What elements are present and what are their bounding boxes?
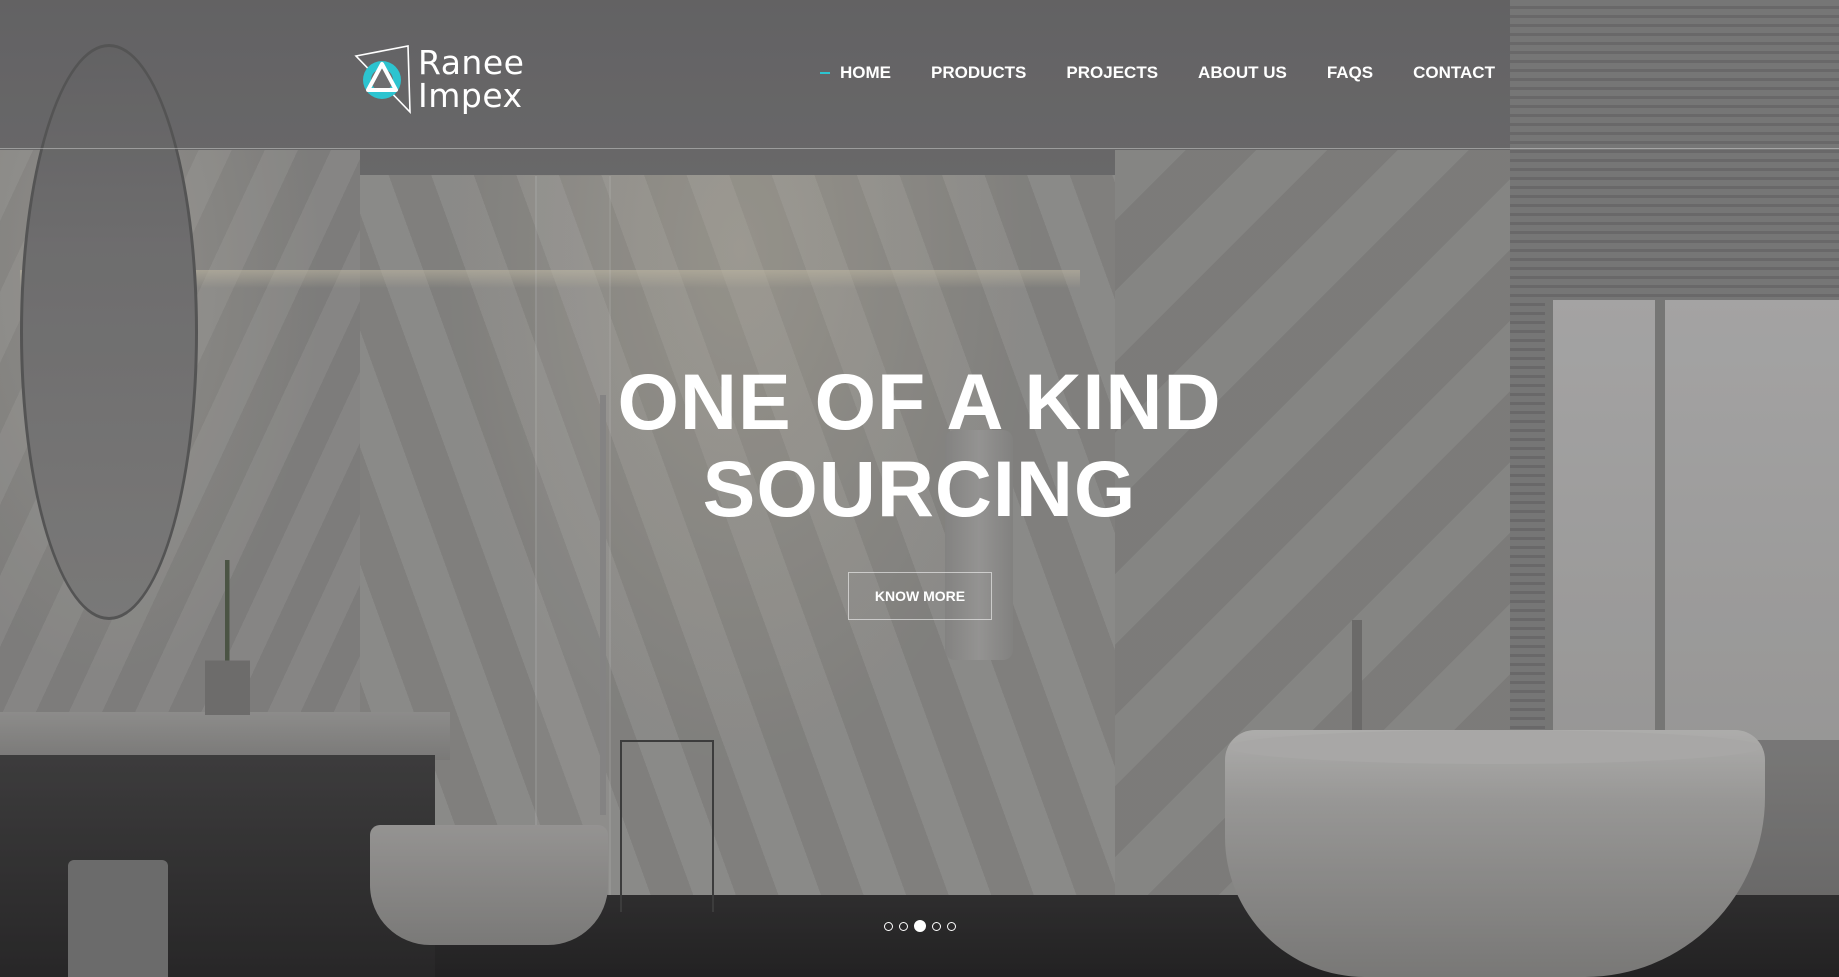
slider-dot-1[interactable] — [884, 921, 893, 931]
hero-title: ONE OF A KIND SOURCING — [0, 358, 1839, 532]
nav-item-home[interactable]: HOME — [820, 63, 891, 83]
nav-item-about-us[interactable]: ABOUT US — [1198, 63, 1287, 83]
main-nav: HOME PRODUCTS PROJECTS ABOUT US FAQS CON… — [820, 63, 1495, 83]
brand-name-line1: Ranee — [418, 43, 525, 82]
hero-title-line1: ONE OF A KIND — [617, 357, 1222, 446]
nav-item-projects[interactable]: PROJECTS — [1066, 63, 1158, 83]
know-more-button[interactable]: KNOW MORE — [848, 572, 992, 620]
slider-dot-2[interactable] — [899, 921, 908, 931]
nav-item-products[interactable]: PRODUCTS — [931, 63, 1026, 83]
slider-dot-5[interactable] — [947, 921, 956, 931]
nav-item-contact[interactable]: CONTACT — [1413, 63, 1495, 83]
nav-item-faqs[interactable]: FAQS — [1327, 63, 1373, 83]
slider-pagination — [884, 920, 962, 932]
slider-dot-3[interactable] — [914, 920, 926, 932]
brand-name: Ranee Impex — [418, 46, 524, 112]
hero-title-line2: SOURCING — [702, 444, 1137, 533]
brand-name-line2: Impex — [418, 76, 523, 115]
slider-dot-4[interactable] — [932, 921, 941, 931]
brand-logo[interactable]: Ranee Impex — [352, 44, 524, 114]
site-header: Ranee Impex HOME PRODUCTS PROJECTS ABOUT… — [0, 0, 1839, 149]
logo-mark-icon — [354, 45, 411, 114]
